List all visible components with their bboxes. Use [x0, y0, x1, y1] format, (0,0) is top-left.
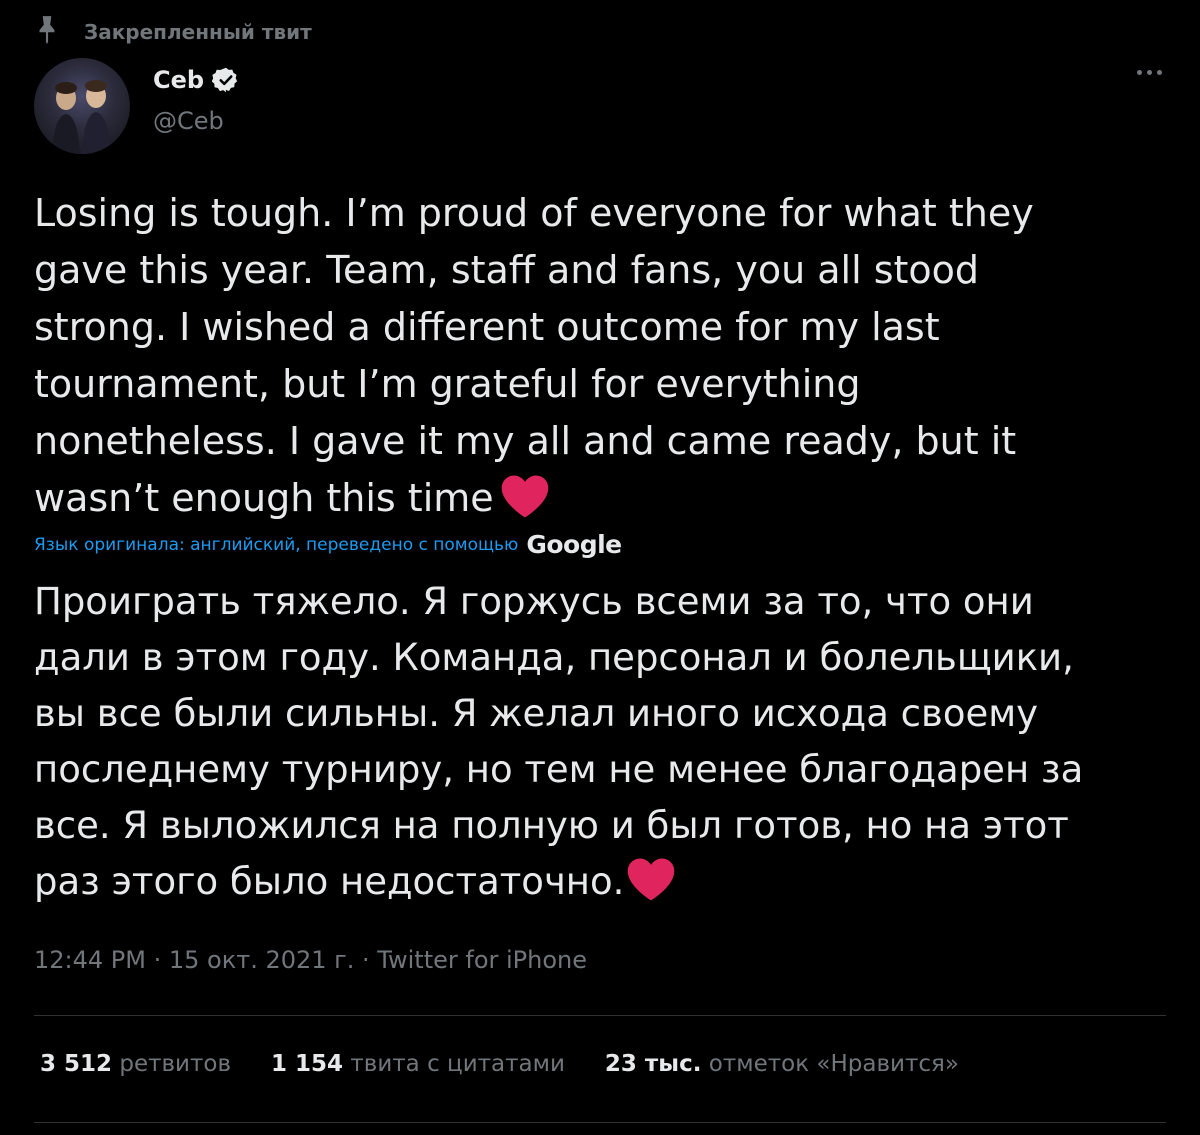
google-logo: Google [526, 530, 622, 559]
more-options-icon[interactable] [1133, 66, 1166, 79]
pinned-tweet-header: Закрепленный твит [34, 14, 312, 49]
tweet-translated-text: Проиграть тяжело. Я горжусь всеми за то,… [34, 574, 1164, 910]
tweet-original-body: Losing is tough. I’m proud of everyone f… [34, 191, 1034, 520]
tweet-source[interactable]: Twitter for iPhone [377, 946, 587, 974]
divider [34, 1015, 1166, 1016]
quotes-count: 1 154 [271, 1051, 344, 1077]
tweet-stats: 3 512 ретвитов 1 154 твита с цитатами 23… [40, 1051, 959, 1077]
tweet-time[interactable]: 12:44 PM [34, 946, 146, 974]
tweet-date[interactable]: 15 окт. 2021 г. [169, 946, 355, 974]
retweets-label: ретвитов [119, 1051, 232, 1077]
quotes-stat[interactable]: 1 154 твита с цитатами [271, 1051, 565, 1077]
separator: · [354, 946, 378, 974]
avatar[interactable] [34, 58, 130, 154]
likes-count: 23 тыс. [604, 1051, 702, 1077]
separator: · [145, 946, 169, 974]
dot [1157, 70, 1162, 75]
retweets-stat[interactable]: 3 512 ретвитов [40, 1051, 231, 1077]
pin-icon [34, 14, 60, 49]
tweet-metadata: 12:44 PM · 15 окт. 2021 г. · Twitter for… [34, 946, 587, 974]
dot [1137, 70, 1142, 75]
divider [34, 1122, 1166, 1123]
likes-stat[interactable]: 23 тыс. отметок «Нравится» [605, 1051, 959, 1077]
likes-label: отметок «Нравится» [708, 1051, 959, 1077]
heart-emoji-icon [628, 858, 675, 901]
dot [1147, 70, 1152, 75]
heart-emoji-icon [501, 475, 548, 518]
pinned-label: Закрепленный твит [84, 19, 312, 44]
author-name[interactable]: Ceb [153, 66, 204, 94]
tweet-translated-body: Проиграть тяжело. Я горжусь всеми за то,… [34, 580, 1084, 903]
verified-badge-icon [212, 66, 240, 94]
tweet-original-text: Losing is tough. I’m proud of everyone f… [34, 185, 1164, 527]
retweets-count: 3 512 [40, 1051, 113, 1077]
quotes-label: твита с цитатами [350, 1051, 565, 1077]
author-handle[interactable]: @Ceb [153, 107, 224, 135]
translation-note-link[interactable]: Язык оригинала: английский, переведено с… [34, 535, 518, 555]
